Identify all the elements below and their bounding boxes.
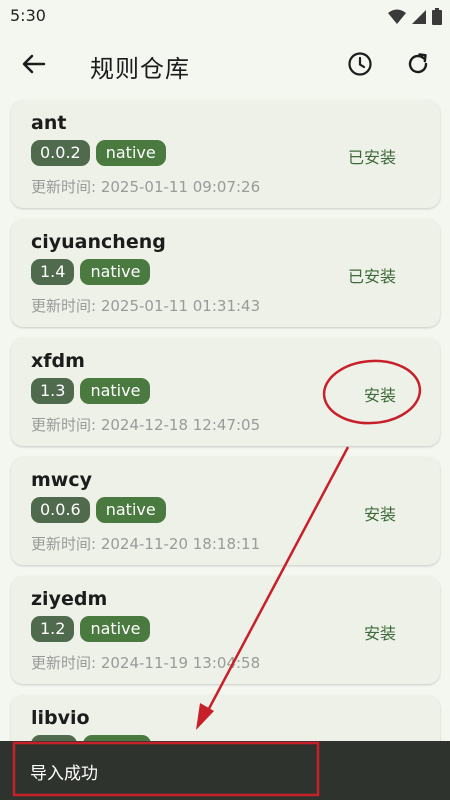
history-icon: [347, 51, 373, 81]
install-button[interactable]: 安装: [364, 620, 396, 644]
type-badge: native: [80, 259, 151, 285]
list-item[interactable]: ciyuancheng 1.4 native 更新时间: 2025-01-11 …: [11, 219, 440, 327]
version-badge: 1.3: [31, 378, 75, 404]
update-time: 更新时间: 2024-12-18 12:47:05: [31, 416, 261, 434]
type-badge: native: [80, 616, 151, 642]
rule-tags: 0.0.2 native: [31, 140, 166, 166]
installed-label: 已安装: [347, 267, 396, 286]
screen: 5:30 规则仓库 ant 0.0.2 native 更新时间: 2025-01…: [0, 0, 450, 800]
status-time: 5:30: [10, 6, 46, 25]
rule-name: mwcy: [31, 469, 92, 491]
version-badge: 1.4: [31, 259, 75, 285]
history-button[interactable]: [340, 46, 380, 86]
rule-tags: 0.0.6 native: [31, 497, 166, 523]
list-item[interactable]: mwcy 0.0.6 native 更新时间: 2024-11-20 18:18…: [11, 457, 440, 565]
install-button[interactable]: 安装: [364, 382, 396, 406]
installed-label: 已安装: [347, 148, 396, 167]
list-item[interactable]: ziyedm 1.2 native 更新时间: 2024-11-19 13:04…: [11, 576, 440, 684]
page-title: 规则仓库: [90, 55, 190, 83]
version-badge: 0.0.2: [31, 140, 90, 166]
app-bar: 规则仓库: [0, 34, 450, 98]
signal-icon: [411, 9, 427, 29]
version-badge: 1.2: [31, 616, 75, 642]
snackbar: 导入成功: [0, 741, 450, 800]
snackbar-message: 导入成功: [30, 764, 98, 784]
back-button[interactable]: [14, 48, 54, 84]
type-badge: native: [95, 497, 166, 523]
rule-name: ziyedm: [31, 588, 108, 610]
list-item[interactable]: ant 0.0.2 native 更新时间: 2025-01-11 09:07:…: [11, 100, 440, 208]
update-time: 更新时间: 2025-01-11 01:31:43: [31, 297, 261, 315]
refresh-icon: [406, 52, 430, 80]
install-button[interactable]: 安装: [364, 501, 396, 525]
rule-tags: 1.4 native: [31, 259, 151, 285]
list-item[interactable]: xfdm 1.3 native 更新时间: 2024-12-18 12:47:0…: [11, 338, 440, 446]
version-badge: 0.0.6: [31, 497, 90, 523]
arrow-left-icon: [22, 54, 46, 78]
rule-name: libvio: [31, 707, 90, 729]
update-time: 更新时间: 2025-01-11 09:07:26: [31, 178, 261, 196]
battery-icon: [432, 8, 442, 29]
rule-tags: 1.3 native: [31, 378, 151, 404]
update-time: 更新时间: 2024-11-19 13:04:58: [31, 654, 261, 672]
rule-tags: 1.2 native: [31, 616, 151, 642]
type-badge: native: [80, 378, 151, 404]
rule-name: ant: [31, 112, 67, 134]
type-badge: native: [95, 140, 166, 166]
status-bar: 5:30: [0, 0, 450, 34]
update-time: 更新时间: 2024-11-20 18:18:11: [31, 535, 261, 553]
wifi-icon: [388, 9, 406, 29]
rule-name: xfdm: [31, 350, 85, 372]
rule-name: ciyuancheng: [31, 231, 166, 253]
refresh-button[interactable]: [398, 46, 438, 86]
status-icons: [388, 8, 442, 29]
